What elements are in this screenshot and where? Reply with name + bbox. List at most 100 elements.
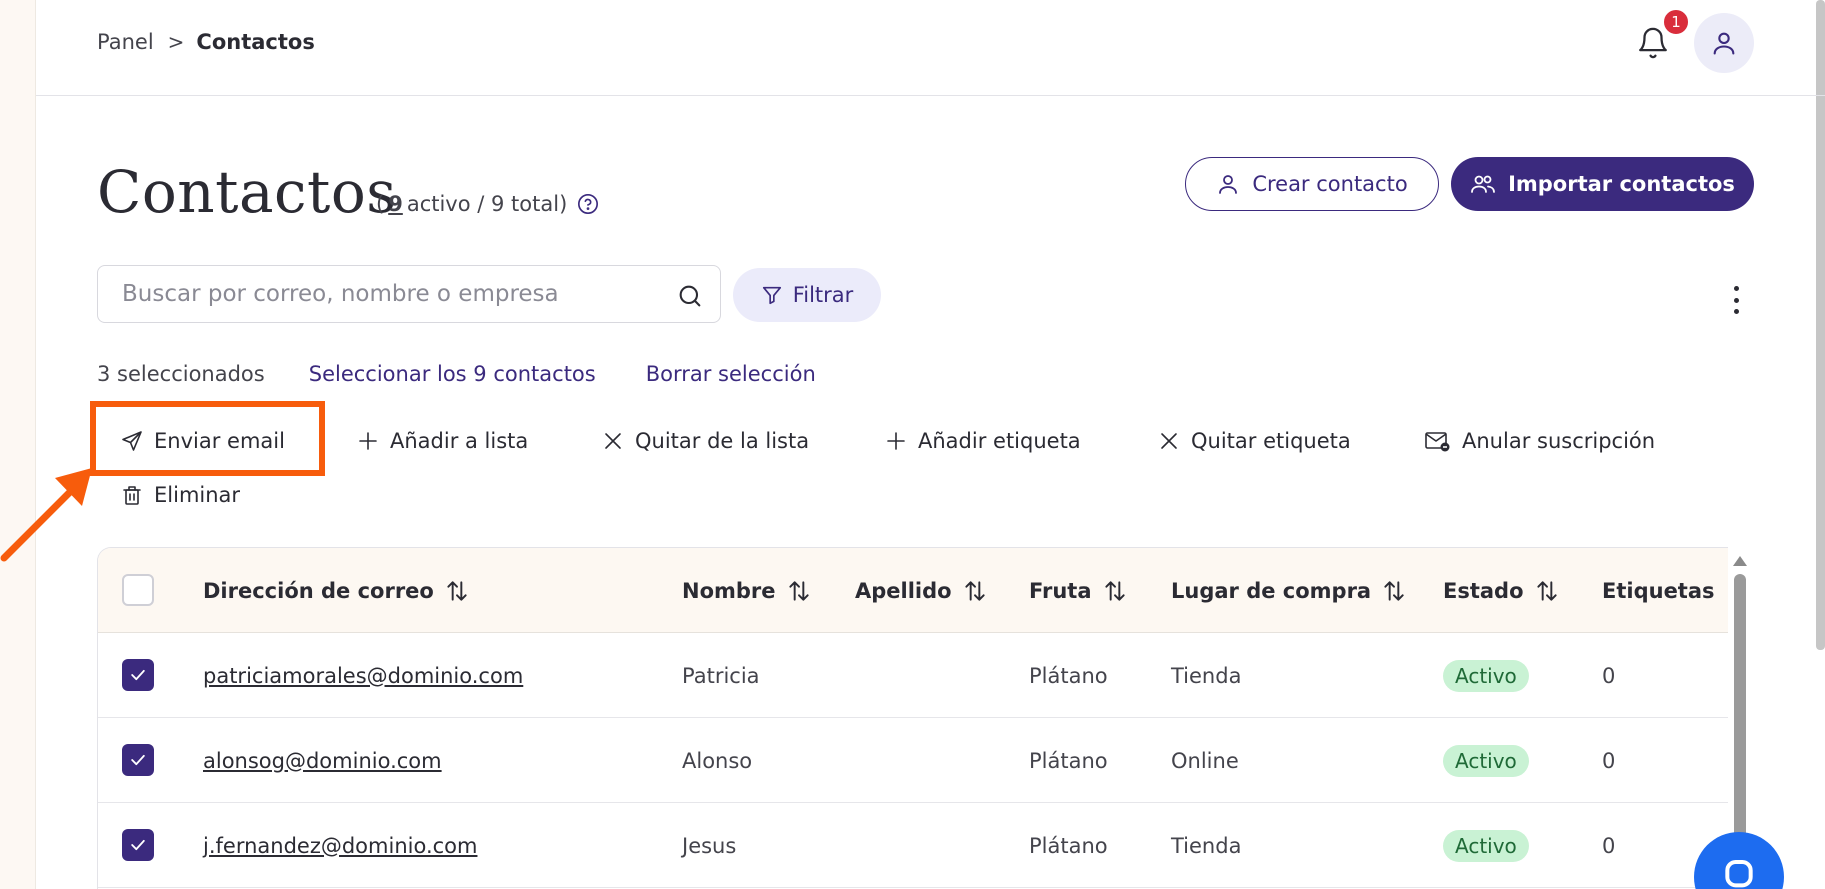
notification-badge: 1 — [1662, 8, 1690, 36]
status-badge: Activo — [1443, 744, 1529, 777]
breadcrumb-panel[interactable]: Panel — [97, 30, 154, 54]
import-contacts-button[interactable]: Importar contactos — [1451, 157, 1754, 211]
column-tags[interactable]: Etiquetas — [1602, 548, 1715, 633]
users-icon — [1471, 175, 1495, 193]
contacts-table: Dirección de correo Nombre Apellido Frut… — [97, 547, 1751, 889]
sort-icon — [1104, 580, 1125, 601]
check-icon — [131, 839, 145, 851]
scroll-up-icon[interactable] — [1733, 556, 1747, 566]
row-email[interactable]: patriciamorales@dominio.com — [203, 633, 523, 718]
table-row[interactable]: alonsog@dominio.com Alonso Plátano Onlin… — [98, 718, 1750, 803]
sort-icon — [1384, 580, 1404, 601]
filter-button[interactable]: Filtrar — [733, 268, 881, 322]
table-header: Dirección de correo Nombre Apellido Frut… — [98, 548, 1750, 633]
select-all-link[interactable]: Seleccionar los 9 contactos — [309, 362, 596, 386]
select-all-checkbox[interactable] — [122, 574, 154, 606]
column-last-name-label: Apellido — [855, 578, 952, 603]
column-purchase-place-label: Lugar de compra — [1171, 578, 1372, 603]
close-icon — [605, 433, 621, 449]
left-sidebar-strip — [0, 0, 36, 889]
table-row[interactable]: patriciamorales@dominio.com Patricia Plá… — [98, 633, 1750, 718]
trash-icon — [123, 486, 141, 505]
row-checkbox[interactable] — [122, 744, 154, 776]
user-avatar[interactable] — [1694, 13, 1754, 73]
row-tags: 0 — [1602, 748, 1616, 773]
count-label: activo / 9 total) — [406, 192, 568, 216]
selected-count: 3 seleccionados — [97, 362, 265, 386]
column-purchase-place[interactable]: Lugar de compra — [1171, 548, 1407, 633]
row-first-name: Jesus — [682, 833, 737, 858]
sort-icon — [788, 580, 809, 601]
row-fruit: Plátano — [1029, 663, 1108, 688]
selection-bar: 3 seleccionados Seleccionar los 9 contac… — [97, 362, 816, 386]
add-tag-action[interactable]: Añadir etiqueta — [884, 429, 1081, 453]
column-fruit-label: Fruta — [1029, 578, 1092, 603]
filter-label: Filtrar — [792, 283, 854, 307]
column-tags-label: Etiquetas — [1602, 578, 1715, 603]
sort-icon — [964, 580, 985, 601]
add-to-list-action[interactable]: Añadir a lista — [356, 429, 528, 453]
breadcrumb: Panel > Contactos — [97, 30, 315, 54]
row-status: Activo — [1443, 633, 1529, 718]
import-contacts-label: Importar contactos — [1508, 172, 1735, 196]
column-status-label: Estado — [1443, 578, 1524, 603]
delete-action[interactable]: Eliminar — [120, 483, 240, 507]
search-input[interactable] — [98, 266, 720, 322]
search-box — [97, 265, 721, 323]
row-checkbox[interactable] — [122, 829, 154, 861]
row-tags: 0 — [1602, 833, 1616, 858]
search-icon[interactable] — [676, 282, 704, 314]
table-row[interactable]: j.fernandez@dominio.com Jesus Plátano Ti… — [98, 803, 1750, 888]
remove-from-list-label: Quitar de la lista — [635, 429, 810, 453]
row-fruit: Plátano — [1029, 748, 1108, 773]
status-badge: Activo — [1443, 829, 1529, 862]
filter-icon — [762, 286, 781, 305]
row-purchase-place: Tienda — [1171, 663, 1242, 688]
unsubscribe-action[interactable]: Anular suscripción — [1424, 429, 1655, 453]
row-fruit: Plátano — [1029, 833, 1108, 858]
contact-count: (9 activo / 9 total) — [376, 192, 599, 216]
remove-tag-action[interactable]: Quitar etiqueta — [1157, 429, 1351, 453]
user-icon — [1713, 32, 1735, 55]
highlight-annotation-box — [90, 401, 325, 476]
row-purchase-place: Online — [1171, 748, 1239, 773]
status-badge: Activo — [1443, 659, 1529, 692]
unsubscribe-label: Anular suscripción — [1462, 429, 1656, 453]
count-paren: ( — [376, 192, 385, 216]
column-first-name-label: Nombre — [682, 578, 776, 603]
row-status: Activo — [1443, 718, 1529, 803]
remove-from-list-action[interactable]: Quitar de la lista — [601, 429, 809, 453]
row-status: Activo — [1443, 803, 1529, 888]
column-email-label: Dirección de correo — [203, 578, 434, 603]
active-count[interactable]: 9 — [388, 192, 403, 216]
column-status[interactable]: Estado — [1443, 548, 1560, 633]
column-fruit[interactable]: Fruta — [1029, 548, 1128, 633]
check-icon — [131, 754, 145, 766]
chat-icon — [1725, 860, 1753, 888]
sort-icon — [1536, 580, 1557, 601]
close-icon — [1161, 433, 1177, 449]
delete-label: Eliminar — [154, 483, 241, 507]
create-contact-label: Crear contacto — [1252, 172, 1408, 196]
page-title: Contactos — [97, 158, 397, 226]
check-icon — [131, 669, 145, 681]
remove-tag-label: Quitar etiqueta — [1191, 429, 1351, 453]
create-contact-button[interactable]: Crear contacto — [1185, 157, 1439, 211]
user-icon — [1219, 175, 1238, 194]
column-last-name[interactable]: Apellido — [855, 548, 988, 633]
row-email[interactable]: alonsog@dominio.com — [203, 718, 442, 803]
help-icon[interactable] — [577, 193, 599, 215]
row-email[interactable]: j.fernandez@dominio.com — [203, 803, 477, 888]
row-first-name: Alonso — [682, 748, 753, 773]
mail-unsubscribe-icon — [1425, 432, 1450, 452]
row-first-name: Patricia — [682, 663, 760, 688]
row-checkbox[interactable] — [122, 659, 154, 691]
column-first-name[interactable]: Nombre — [682, 548, 812, 633]
page-scrollbar[interactable] — [1816, 0, 1825, 650]
column-email[interactable]: Dirección de correo — [203, 548, 470, 633]
clear-selection-link[interactable]: Borrar selección — [646, 362, 816, 386]
row-purchase-place: Tienda — [1171, 833, 1242, 858]
breadcrumb-separator: > — [167, 30, 185, 54]
sort-icon — [447, 580, 467, 601]
more-options-icon[interactable] — [1722, 282, 1750, 318]
